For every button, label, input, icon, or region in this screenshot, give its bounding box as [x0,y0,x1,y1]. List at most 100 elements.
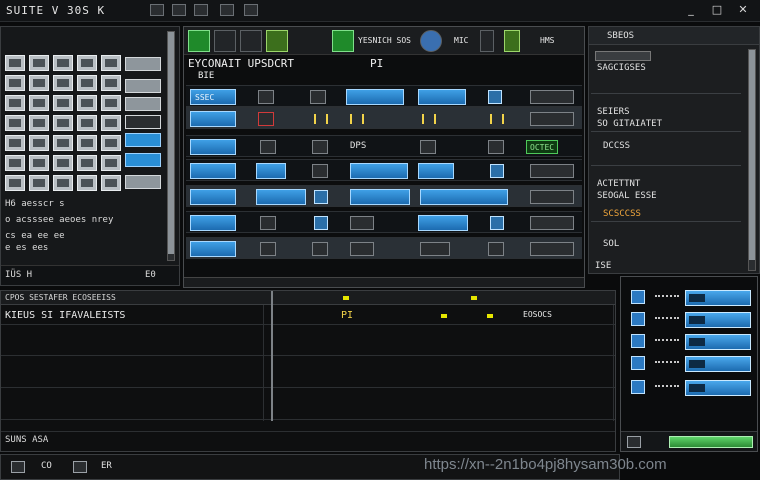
menu-icon[interactable] [172,4,186,16]
marker-icon[interactable] [441,314,447,318]
grid-row[interactable]: DPS OCTEC [186,135,582,157]
clip-cell[interactable] [190,139,236,155]
grid-horizontal-scrollbar[interactable] [184,277,584,287]
clip-cell[interactable] [530,112,574,126]
grid-row[interactable] [186,159,582,181]
asset-thumbnail-icon[interactable] [101,55,121,71]
preview-item[interactable] [625,287,753,309]
asset-thumbnail-icon[interactable] [125,153,161,167]
clip-cell[interactable] [418,215,468,231]
asset-thumbnail-icon[interactable] [5,95,25,111]
marker-icon[interactable] [471,296,477,300]
toolbar-button[interactable] [504,30,520,52]
asset-thumbnail-icon[interactable] [101,115,121,131]
preview-thumbnail[interactable] [685,290,751,306]
clip-icon[interactable] [488,90,502,104]
asset-thumbnail-icon[interactable] [77,115,97,131]
clip-icon[interactable] [310,90,326,104]
menu-icon[interactable] [220,4,234,16]
asset-thumbnail-icon[interactable] [77,175,97,191]
asset-thumbnail-icon[interactable] [101,95,121,111]
clip-cell[interactable] [346,89,404,105]
clip-cell[interactable] [256,163,286,179]
scrollbar-thumb[interactable] [168,32,174,254]
clip-cell[interactable] [530,190,574,204]
asset-thumbnail-icon[interactable] [53,155,73,171]
clip-icon[interactable] [314,216,328,230]
timeline-ruler[interactable]: CPOS SESTAFER ECOSEEISS [1,291,615,305]
asset-thumbnail-icon[interactable] [5,155,25,171]
clip-icon[interactable] [488,242,504,256]
menu-icon[interactable] [244,4,258,16]
play-button[interactable] [11,461,25,473]
asset-thumbnail-icon[interactable] [77,155,97,171]
clip-icon[interactable] [260,216,276,230]
properties-scrollbar[interactable] [748,49,756,271]
asset-thumbnail-icon[interactable] [53,115,73,131]
scrollbar-thumb[interactable] [749,50,755,260]
preview-thumbnail[interactable] [685,312,751,328]
stop-button[interactable] [73,461,87,473]
asset-thumbnail-icon[interactable] [29,155,49,171]
import-button[interactable] [188,30,210,52]
asset-thumbnail-icon[interactable] [77,135,97,151]
clip-cell[interactable] [190,189,236,205]
asset-thumbnail-icon[interactable] [101,135,121,151]
clip-icon[interactable] [314,190,328,204]
clip-cell[interactable] [530,242,574,256]
asset-thumbnail-icon[interactable] [101,155,121,171]
clip-icon[interactable] [260,242,276,256]
grid-row[interactable] [186,107,582,129]
clip-cell[interactable]: SSEC [190,89,236,105]
playhead[interactable] [271,291,273,421]
asset-thumbnail-icon[interactable] [125,175,161,189]
left-panel-scrollbar[interactable] [167,31,175,261]
preview-thumbnail[interactable] [685,334,751,350]
checkbox[interactable] [627,436,641,448]
close-button[interactable]: ✕ [736,3,750,17]
clip-icon[interactable] [312,164,328,178]
clip-icon[interactable] [490,164,504,178]
grid-row[interactable] [186,185,582,207]
clip-cell[interactable] [350,189,410,205]
asset-thumbnail-icon[interactable] [77,55,97,71]
asset-thumbnail-icon[interactable] [53,55,73,71]
clip-cell[interactable] [418,163,454,179]
asset-thumbnail-icon[interactable] [5,175,25,191]
asset-thumbnail-icon[interactable] [53,175,73,191]
clip-cell[interactable] [190,241,236,257]
timeline-track[interactable]: KIEUS SI IFAVALEISTS PI EOSOCS [1,307,615,325]
asset-thumbnail-icon[interactable] [53,95,73,111]
grid-row[interactable] [186,211,582,233]
clip-icon[interactable] [490,216,504,230]
clip-icon[interactable] [312,140,328,154]
property-field[interactable] [595,51,651,61]
clip-cell[interactable] [350,163,408,179]
clip-cell[interactable] [190,111,236,127]
clip-icon[interactable] [258,90,274,104]
asset-thumbnail-icon[interactable] [5,75,25,91]
asset-thumbnail-icon[interactable] [5,55,25,71]
preview-item[interactable] [625,353,753,375]
clip-icon[interactable] [420,242,450,256]
toolbar-button[interactable] [240,30,262,52]
asset-thumbnail-icon[interactable] [29,95,49,111]
asset-thumbnail-icon[interactable] [77,95,97,111]
clip-icon[interactable] [312,242,328,256]
asset-thumbnail-icon[interactable] [29,115,49,131]
clip-icon[interactable] [488,140,504,154]
clip-icon[interactable] [260,140,276,154]
grid-row[interactable]: SSEC [186,85,582,107]
clip-icon[interactable] [350,216,374,230]
toolbar-button[interactable] [480,30,494,52]
asset-thumbnail-icon[interactable] [125,133,161,147]
marker-icon[interactable] [487,314,493,318]
asset-thumbnail-icon[interactable] [125,97,161,111]
clip-cell[interactable] [418,89,466,105]
clip-cell[interactable] [530,216,574,230]
asset-thumbnail-icon[interactable] [29,55,49,71]
asset-thumbnail-icon[interactable] [5,115,25,131]
preview-item[interactable] [625,309,753,331]
menu-icon[interactable] [150,4,164,16]
clip-cell[interactable] [190,163,236,179]
